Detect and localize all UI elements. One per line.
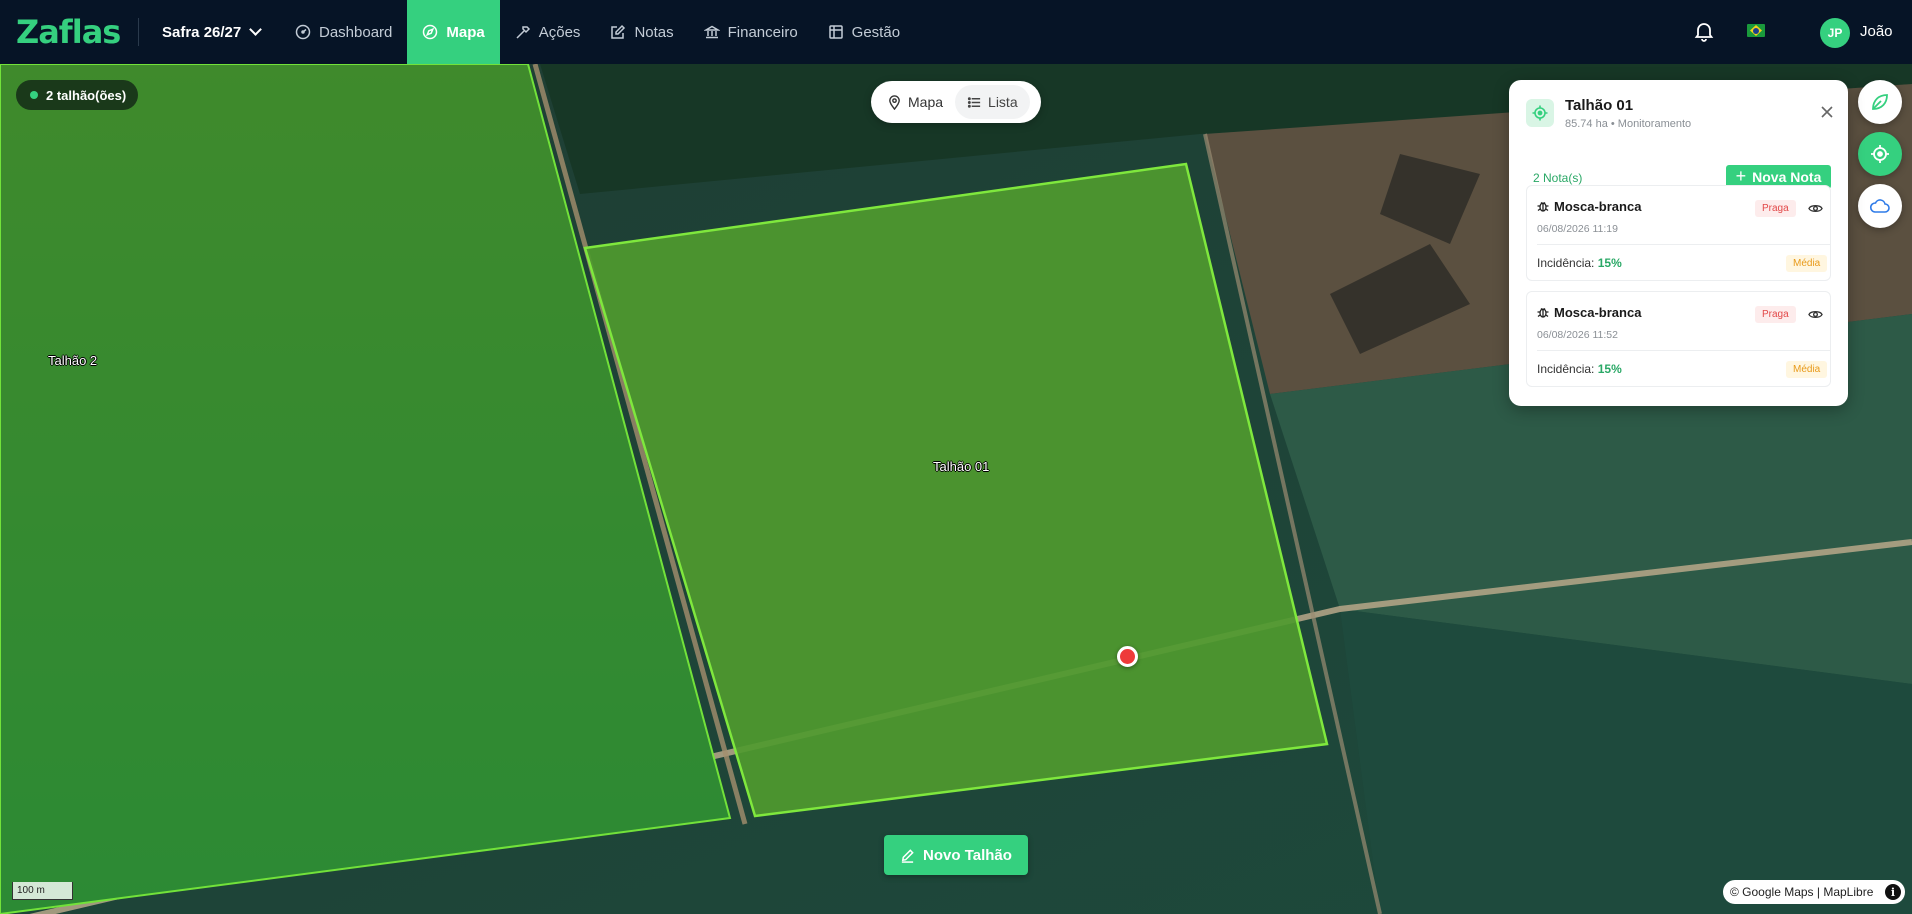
layer-crop-button[interactable] (1858, 80, 1902, 124)
nav-item-acoes[interactable]: Ações (500, 0, 596, 64)
app-logo[interactable]: Zaflas (16, 12, 121, 52)
view-list-label: Lista (988, 94, 1018, 110)
bell-icon[interactable] (1693, 20, 1715, 42)
incidence-label: Incidência: (1537, 256, 1595, 270)
note-type-badge: Praga (1755, 200, 1796, 217)
incidence-label: Incidência: (1537, 362, 1595, 376)
bank-icon (703, 25, 720, 39)
field-count-label: 2 talhão(ões) (46, 87, 127, 103)
map-pin-icon (889, 94, 900, 110)
user-name[interactable]: João (1860, 23, 1893, 40)
note-incidence: Incidência: 15% (1537, 256, 1622, 270)
main-nav: Dashboard Mapa Ações Notas Financeiro Ge… (280, 0, 915, 64)
season-label: Safra 26/27 (162, 23, 242, 41)
map-attribution: © Google Maps | MapLibre i (1723, 880, 1905, 904)
leaf-icon (1872, 94, 1888, 110)
note-title: Mosca-branca (1554, 305, 1642, 320)
info-icon[interactable]: i (1885, 884, 1901, 900)
eye-icon[interactable] (1808, 307, 1823, 322)
map-view[interactable]: 2 talhão(ões) Mapa Lista Talhão 2 Talhão… (0, 64, 1912, 914)
nav-label: Mapa (446, 23, 485, 41)
gauge-icon (295, 24, 311, 40)
close-icon[interactable] (1820, 105, 1834, 119)
note-date: 06/08/2026 11:19 (1537, 223, 1618, 235)
nav-label: Financeiro (727, 23, 798, 41)
note-incidence: Incidência: 15% (1537, 362, 1622, 376)
severity-badge: Média (1786, 361, 1828, 378)
weather-button[interactable] (1858, 184, 1902, 228)
field-details-panel: Talhão 01 85.74 ha • Monitoramento 2 Not… (1509, 80, 1848, 406)
grid-icon (828, 25, 843, 39)
note-title: Mosca-branca (1554, 199, 1642, 214)
new-field-button[interactable]: Novo Talhão (884, 835, 1028, 875)
chevron-down-icon (249, 23, 263, 36)
season-selector[interactable]: Safra 26/27 (162, 0, 263, 64)
monitoring-button[interactable] (1858, 132, 1902, 176)
crosshair-icon (1871, 145, 1889, 163)
field-count-badge: 2 talhão(ões) (16, 80, 139, 110)
new-field-label: Novo Talhão (923, 846, 1012, 864)
compass-icon (423, 24, 438, 40)
cloud-icon (1869, 199, 1890, 213)
incidence-value: 15% (1597, 256, 1622, 270)
nav-label: Notas (634, 23, 674, 41)
edit-icon (611, 24, 626, 39)
bug-icon (1537, 307, 1549, 318)
view-map-button[interactable]: Mapa (875, 85, 956, 119)
panel-title: Talhão 01 (1565, 97, 1634, 114)
field-label-talhao-01: Talhão 01 (933, 459, 990, 474)
nav-item-notas[interactable]: Notas (595, 0, 688, 64)
nav-item-mapa[interactable]: Mapa (407, 0, 500, 64)
note-card[interactable]: Mosca-branca 06/08/2026 11:19 Praga Inci… (1526, 185, 1831, 281)
divider (1537, 244, 1830, 245)
view-toggle: Mapa Lista (871, 81, 1041, 123)
list-icon (967, 96, 981, 108)
map-scale: 100 m (12, 882, 73, 900)
panel-subtitle: 85.74 ha • Monitoramento (1565, 118, 1692, 130)
status-dot (30, 91, 38, 99)
nav-label: Gestão (851, 23, 901, 41)
top-navigation: Zaflas Safra 26/27 Dashboard Mapa Ações … (0, 0, 1912, 64)
notes-count: 2 Nota(s) (1533, 171, 1583, 185)
incidence-value: 15% (1597, 362, 1622, 376)
note-type-badge: Praga (1755, 306, 1796, 323)
pencil-icon (901, 848, 914, 863)
crosshair-icon (1532, 105, 1548, 121)
nav-label: Dashboard (319, 23, 393, 41)
view-map-label: Mapa (908, 94, 944, 110)
attribution-text[interactable]: © Google Maps | MapLibre (1730, 885, 1873, 899)
plus-icon: + (1735, 166, 1747, 186)
new-note-label: Nova Nota (1752, 169, 1822, 185)
nav-divider (138, 18, 139, 46)
brazil-flag-icon[interactable] (1747, 24, 1765, 37)
divider (1537, 350, 1830, 351)
nav-label: Ações (538, 23, 581, 41)
field-label-talhao-2: Talhão 2 (48, 353, 98, 368)
note-marker[interactable] (1117, 646, 1138, 667)
severity-badge: Média (1786, 255, 1828, 272)
note-card[interactable]: Mosca-branca 06/08/2026 11:52 Praga Inci… (1526, 291, 1831, 387)
avatar[interactable]: JP (1820, 18, 1850, 48)
view-list-button[interactable]: Lista (955, 85, 1030, 119)
hammer-icon (516, 26, 530, 39)
field-icon-wrapper (1526, 99, 1554, 127)
eye-icon[interactable] (1808, 201, 1823, 216)
nav-item-gestao[interactable]: Gestão (813, 0, 915, 64)
nav-item-financeiro[interactable]: Financeiro (689, 0, 813, 64)
nav-item-dashboard[interactable]: Dashboard (280, 0, 407, 64)
bug-icon (1537, 201, 1549, 212)
note-date: 06/08/2026 11:52 (1537, 329, 1618, 341)
